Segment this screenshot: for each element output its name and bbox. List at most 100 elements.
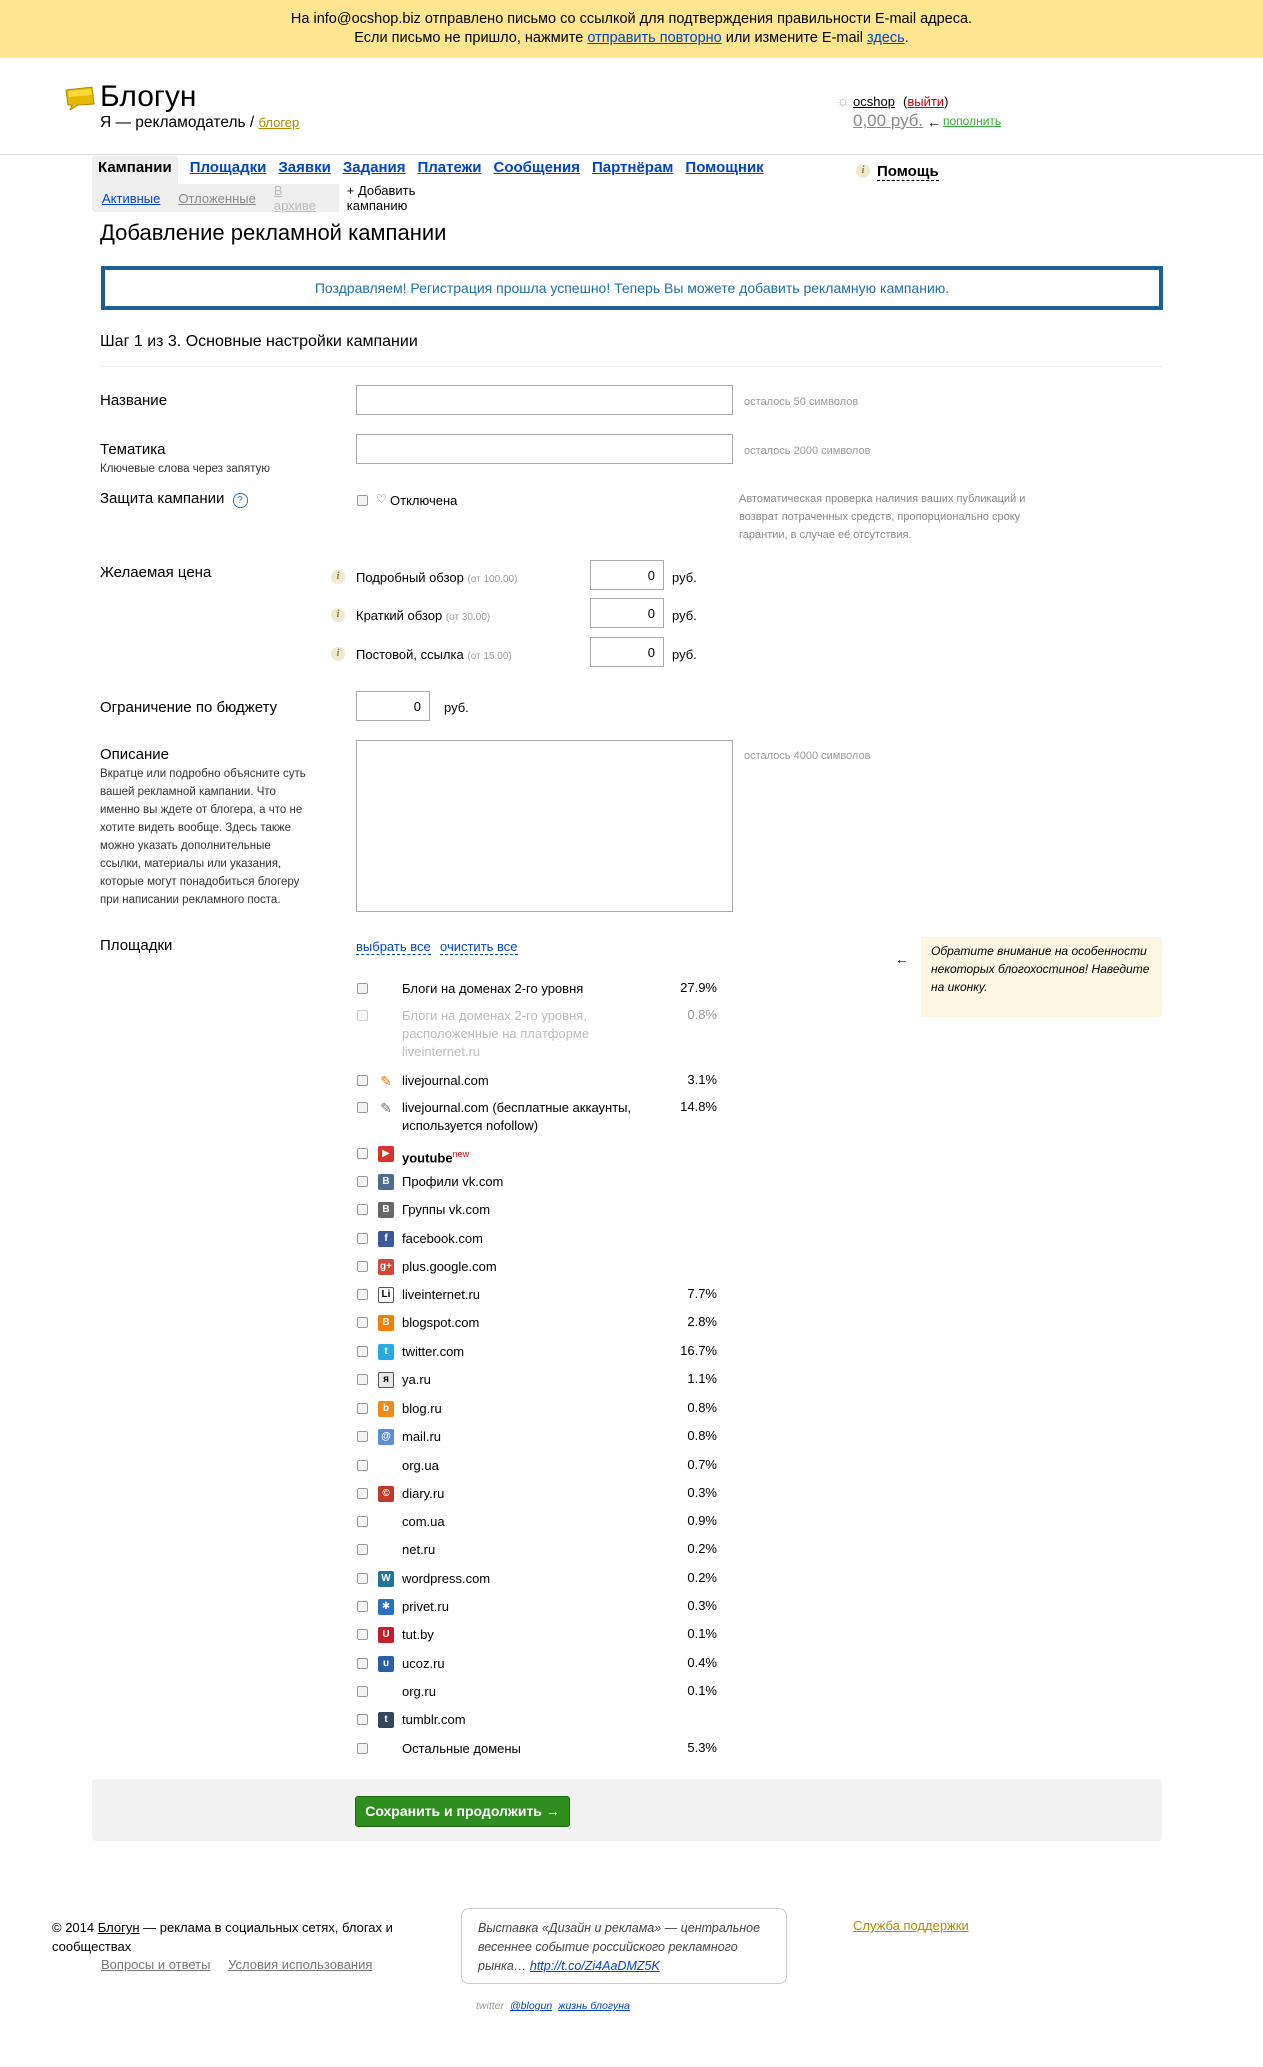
platform-checkbox[interactable] bbox=[357, 1488, 368, 1499]
wordpress-icon[interactable]: W bbox=[378, 1571, 394, 1587]
platform-checkbox bbox=[357, 1010, 368, 1021]
platform-checkbox[interactable] bbox=[357, 1233, 368, 1244]
platform-checkbox[interactable] bbox=[357, 1075, 368, 1086]
twitter-handle-link[interactable]: @blogun bbox=[510, 2000, 552, 2012]
resend-link[interactable]: отправить повторно bbox=[587, 30, 721, 46]
platform-checkbox[interactable] bbox=[357, 983, 368, 994]
footer-brand-link[interactable]: Блогун bbox=[98, 1920, 140, 1935]
platform-checkbox[interactable] bbox=[357, 1460, 368, 1471]
liveinternet-icon[interactable]: Li bbox=[378, 1287, 394, 1303]
subnav-add-campaign[interactable]: + Добавить кампанию bbox=[338, 179, 484, 217]
price-post-input[interactable] bbox=[590, 637, 664, 667]
settings-gear-icon[interactable]: ☼ bbox=[836, 93, 850, 110]
platform-share: 5.3% bbox=[687, 1740, 717, 1755]
nav-campaigns[interactable]: Кампании bbox=[92, 156, 178, 186]
nav-messages[interactable]: Сообщения bbox=[494, 156, 580, 186]
subnav-postponed[interactable]: Отложенные bbox=[178, 191, 255, 206]
yaru-icon[interactable]: я bbox=[378, 1372, 394, 1388]
blogger-icon[interactable]: B bbox=[378, 1315, 394, 1331]
youtube-icon[interactable]: ▶ bbox=[378, 1146, 394, 1162]
platform-checkbox[interactable] bbox=[357, 1102, 368, 1113]
logout-link[interactable]: выйти bbox=[907, 94, 944, 109]
subnav-archive[interactable]: В архиве bbox=[274, 183, 327, 213]
ucoz-icon[interactable]: u bbox=[378, 1656, 394, 1672]
platform-share: 1.1% bbox=[687, 1371, 717, 1386]
notice-text-mid: или измените E-mail bbox=[725, 30, 863, 46]
subnav-active[interactable]: Активные bbox=[102, 191, 160, 206]
platform-checkbox[interactable] bbox=[357, 1544, 368, 1555]
platform-checkbox[interactable] bbox=[357, 1516, 368, 1527]
platform-checkbox[interactable] bbox=[357, 1743, 368, 1754]
vk-icon[interactable]: B bbox=[378, 1174, 394, 1190]
logo[interactable]: Блогун bbox=[100, 80, 196, 114]
topup-link[interactable]: пополнить bbox=[943, 114, 1001, 128]
platform-share: 0.1% bbox=[687, 1683, 717, 1698]
blogru-icon[interactable]: b bbox=[378, 1401, 394, 1417]
price-short-input[interactable] bbox=[590, 598, 664, 628]
faq-link[interactable]: Вопросы и ответы bbox=[101, 1957, 210, 1972]
nav-assistant[interactable]: Помощник bbox=[685, 156, 763, 186]
price-post-unit: руб. bbox=[672, 647, 697, 662]
platform-checkbox[interactable] bbox=[357, 1289, 368, 1300]
platform-checkbox[interactable] bbox=[357, 1714, 368, 1725]
platform-checkbox[interactable] bbox=[357, 1176, 368, 1187]
platform-share: 0.3% bbox=[687, 1598, 717, 1613]
platform-checkbox[interactable] bbox=[357, 1346, 368, 1357]
question-icon[interactable]: ? bbox=[232, 493, 248, 508]
select-all-link[interactable]: выбрать все bbox=[356, 939, 431, 955]
info-icon[interactable]: i bbox=[331, 647, 345, 661]
platform-checkbox[interactable] bbox=[357, 1573, 368, 1584]
role-blogger-link[interactable]: блогер bbox=[259, 115, 300, 130]
nav-partners[interactable]: Партнёрам bbox=[592, 156, 673, 186]
twitter-icon[interactable]: t bbox=[378, 1344, 394, 1360]
platform-checkbox[interactable] bbox=[357, 1148, 368, 1159]
info-icon[interactable]: i bbox=[331, 608, 345, 622]
notice-line-1: На info@ocshop.biz отправлено письмо со … bbox=[290, 11, 973, 27]
platform-checkbox[interactable] bbox=[357, 1403, 368, 1414]
blog-life-link[interactable]: жизнь блогуна bbox=[558, 2000, 630, 2012]
protection-checkbox[interactable] bbox=[357, 495, 368, 506]
tweet-link[interactable]: http://t.co/Zi4AaDMZ5K bbox=[530, 1959, 660, 1973]
platform-name-text: livejournal.com bbox=[402, 1073, 489, 1088]
nav-platforms[interactable]: Площадки bbox=[190, 156, 267, 186]
topic-input[interactable] bbox=[356, 434, 733, 464]
facebook-icon[interactable]: f bbox=[378, 1231, 394, 1247]
platform-checkbox[interactable] bbox=[357, 1629, 368, 1640]
tutby-icon[interactable]: U bbox=[378, 1627, 394, 1643]
google-plus-icon[interactable]: g+ bbox=[378, 1259, 394, 1275]
platform-checkbox[interactable] bbox=[357, 1601, 368, 1612]
price-post-label: Постовой, ссылка (от 15.00) bbox=[356, 647, 512, 662]
platform-checkbox[interactable] bbox=[357, 1686, 368, 1697]
privet-icon[interactable]: ✱ bbox=[378, 1599, 394, 1615]
platform-name-text: ya.ru bbox=[402, 1372, 431, 1387]
platform-checkbox[interactable] bbox=[357, 1658, 368, 1669]
platform-checkbox[interactable] bbox=[357, 1261, 368, 1272]
price-detailed-input[interactable] bbox=[590, 560, 664, 590]
pencil-icon[interactable]: ✎ bbox=[378, 1100, 394, 1116]
nav-requests[interactable]: Заявки bbox=[278, 156, 330, 186]
username-link[interactable]: ocshop bbox=[853, 94, 895, 109]
platform-checkbox[interactable] bbox=[357, 1374, 368, 1385]
terms-link[interactable]: Условия использования bbox=[228, 1957, 372, 1972]
change-email-link[interactable]: здесь bbox=[867, 30, 905, 46]
platform-name: com.ua bbox=[402, 1513, 642, 1531]
name-input[interactable] bbox=[356, 385, 733, 415]
platform-checkbox[interactable] bbox=[357, 1431, 368, 1442]
info-icon[interactable]: i bbox=[331, 570, 345, 584]
budget-input[interactable] bbox=[356, 691, 430, 721]
support-link[interactable]: Служба поддержки bbox=[853, 1918, 969, 1933]
clear-all-link[interactable]: очистить все bbox=[440, 939, 518, 955]
diary-icon[interactable]: © bbox=[378, 1486, 394, 1502]
save-continue-button[interactable]: Сохранить и продолжить → bbox=[355, 1796, 570, 1827]
notice-line-2: Если письмо не пришло, нажмите отправить… bbox=[0, 29, 1263, 48]
balance-link[interactable]: 0,00 руб. bbox=[853, 111, 923, 131]
sub-nav: Активные Отложенные В архиве + Добавить … bbox=[92, 179, 484, 217]
pencil-icon[interactable]: ✎ bbox=[378, 1073, 394, 1089]
tumblr-icon[interactable]: t bbox=[378, 1712, 394, 1728]
description-textarea[interactable] bbox=[356, 740, 733, 912]
mailru-icon[interactable]: @ bbox=[378, 1429, 394, 1445]
platform-checkbox[interactable] bbox=[357, 1204, 368, 1215]
platform-checkbox[interactable] bbox=[357, 1317, 368, 1328]
help-link[interactable]: Помощь bbox=[877, 163, 939, 181]
vk-icon[interactable]: B bbox=[378, 1202, 394, 1218]
